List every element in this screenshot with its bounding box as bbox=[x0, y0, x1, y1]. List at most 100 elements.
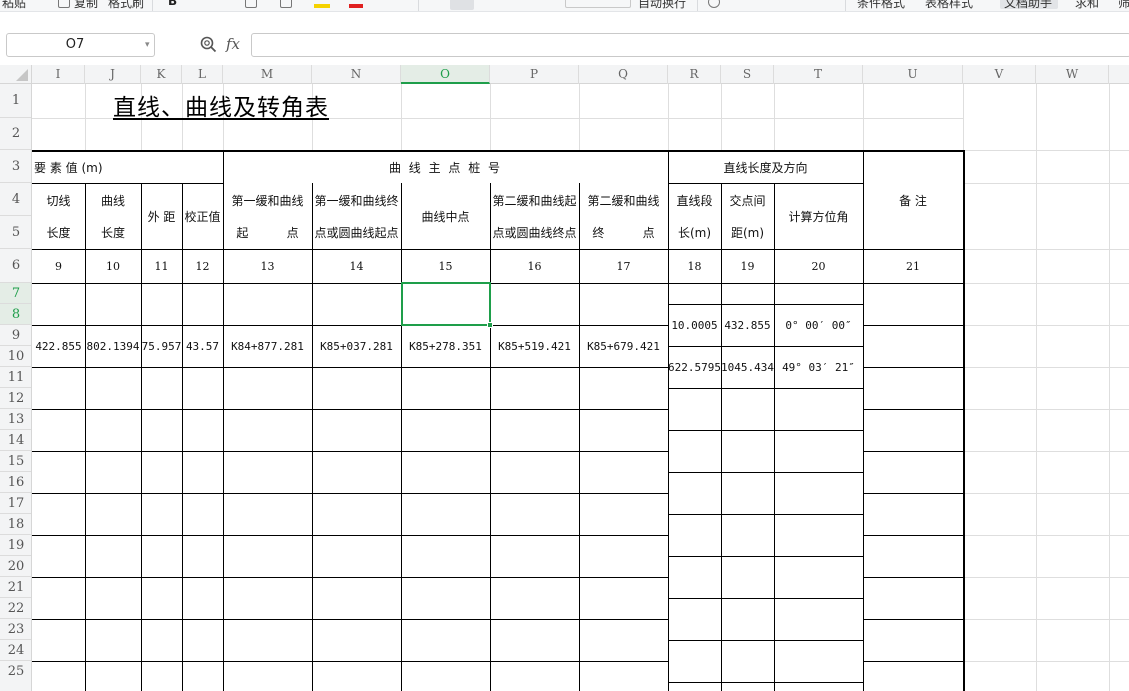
merge-icon[interactable] bbox=[280, 0, 292, 8]
col-number[interactable]: 17 bbox=[579, 250, 668, 283]
header-tangent-2[interactable]: 长度 bbox=[32, 216, 85, 249]
row-header-11[interactable]: 11 bbox=[0, 367, 32, 388]
cell-zh-station[interactable]: K84+877.281 bbox=[223, 326, 312, 367]
col-number[interactable]: 14 bbox=[312, 250, 401, 283]
row-header-19[interactable]: 19 bbox=[0, 535, 32, 556]
col-number[interactable]: 11 bbox=[141, 250, 182, 283]
cell-hy-station[interactable]: K85+037.281 bbox=[312, 326, 401, 367]
cell-azimuth[interactable]: 0° 00′ 00″ bbox=[774, 305, 863, 346]
header-r-1[interactable]: 直线段 bbox=[668, 184, 721, 216]
col-number[interactable]: 19 bbox=[721, 250, 774, 283]
cell-tangent-length[interactable]: 422.855 bbox=[32, 326, 85, 367]
col-number[interactable]: 16 bbox=[490, 250, 579, 283]
row-header-6[interactable]: 6 bbox=[0, 249, 32, 283]
column-header-n[interactable]: N bbox=[312, 65, 401, 84]
selected-cell-o7[interactable] bbox=[401, 282, 491, 326]
header-curve-elements[interactable]: 要 素 值 (m) bbox=[32, 151, 223, 183]
format-painter-button[interactable]: 格式刷 bbox=[108, 0, 144, 11]
header-correction[interactable]: 校正值 bbox=[182, 184, 223, 249]
paste-button[interactable]: 粘贴 bbox=[2, 0, 26, 11]
conditional-format-button[interactable]: 条件格式 bbox=[857, 0, 905, 11]
copy-button[interactable]: 复制 bbox=[74, 0, 98, 11]
row-header-23[interactable]: 23 bbox=[0, 619, 32, 640]
row-header-9[interactable]: 9 bbox=[0, 325, 32, 346]
row-header-16[interactable]: 16 bbox=[0, 472, 32, 493]
column-header-u[interactable]: U bbox=[863, 65, 963, 84]
col-number[interactable]: 21 bbox=[863, 250, 963, 283]
cell-azimuth[interactable]: 49° 03′ 21″ bbox=[774, 347, 863, 388]
bold-icon[interactable]: B bbox=[168, 0, 180, 8]
row-header-17[interactable]: 17 bbox=[0, 493, 32, 514]
merge-center-dropdown[interactable] bbox=[565, 0, 631, 8]
row-header-10[interactable]: 10 bbox=[0, 346, 32, 367]
table-style-button[interactable]: 表格样式 bbox=[925, 0, 973, 11]
column-header-v[interactable]: V bbox=[963, 65, 1036, 84]
borders-icon[interactable] bbox=[245, 0, 257, 8]
row-header-7[interactable]: 7 bbox=[0, 283, 32, 304]
cell-curve-length[interactable]: 802.1394 bbox=[85, 326, 141, 367]
row-header-5[interactable]: 5 bbox=[0, 216, 32, 249]
fill-handle[interactable] bbox=[487, 322, 493, 328]
column-header-j[interactable]: J bbox=[85, 65, 141, 84]
header-straight-line[interactable]: 直线长度及方向 bbox=[668, 151, 863, 183]
header-tangent-1[interactable]: 切线 bbox=[32, 184, 85, 216]
column-header-m[interactable]: M bbox=[223, 65, 312, 84]
col-number[interactable]: 15 bbox=[401, 250, 490, 283]
header-main-points[interactable]: 曲 线 主 点 桩 号 bbox=[223, 151, 668, 183]
header-curve-midpoint[interactable]: 曲线中点 bbox=[401, 184, 490, 249]
header-curve-1[interactable]: 曲线 bbox=[85, 184, 141, 216]
row-header-21[interactable]: 21 bbox=[0, 577, 32, 598]
row-header-2[interactable]: 2 bbox=[0, 118, 32, 150]
header-m-1[interactable]: 第一缓和曲线 bbox=[223, 184, 312, 216]
header-remarks[interactable]: 备 注 bbox=[863, 151, 963, 249]
column-header-s[interactable]: S bbox=[721, 65, 774, 84]
row-header-18[interactable]: 18 bbox=[0, 514, 32, 535]
column-header-i[interactable]: I bbox=[32, 65, 85, 84]
header-p-1[interactable]: 第二缓和曲线起 bbox=[490, 184, 579, 216]
row-header-8[interactable]: 8 bbox=[0, 304, 32, 325]
col-number[interactable]: 18 bbox=[668, 250, 721, 283]
cell-external-distance[interactable]: 75.957 bbox=[141, 326, 182, 367]
fx-icon[interactable]: fx bbox=[226, 35, 240, 53]
cell-correction[interactable]: 43.57 bbox=[182, 326, 223, 367]
header-s-1[interactable]: 交点间 bbox=[721, 184, 774, 216]
row-header-24[interactable]: 24 bbox=[0, 640, 32, 661]
header-q-2[interactable]: 终 点 bbox=[579, 216, 668, 249]
header-curve-2[interactable]: 长度 bbox=[85, 216, 141, 249]
row-header-3[interactable]: 3 bbox=[0, 150, 32, 183]
column-header-t[interactable]: T bbox=[774, 65, 863, 84]
header-external[interactable]: 外 距 bbox=[141, 184, 182, 249]
cell-qz-station[interactable]: K85+278.351 bbox=[401, 326, 490, 367]
header-n-1[interactable]: 第一缓和曲线终 bbox=[312, 184, 401, 216]
name-box[interactable]: O7 ▾ bbox=[6, 33, 155, 57]
font-color-icon[interactable] bbox=[349, 4, 363, 8]
col-number[interactable]: 20 bbox=[774, 250, 863, 283]
column-header-k[interactable]: K bbox=[141, 65, 182, 84]
number-format-icon[interactable] bbox=[708, 0, 720, 8]
doc-assistant-button[interactable]: 文档助手 bbox=[1004, 0, 1052, 11]
header-p-2[interactable]: 点或圆曲线终点 bbox=[490, 216, 579, 249]
row-header-22[interactable]: 22 bbox=[0, 598, 32, 619]
chevron-down-icon[interactable]: ▾ bbox=[145, 34, 150, 56]
cell-intersection-distance[interactable]: 432.855 bbox=[721, 305, 774, 346]
fill-color-icon[interactable] bbox=[314, 4, 330, 8]
row-header-14[interactable]: 14 bbox=[0, 430, 32, 451]
row-header-12[interactable]: 12 bbox=[0, 388, 32, 409]
col-number[interactable]: 9 bbox=[32, 250, 85, 283]
header-s-2[interactable]: 距(m) bbox=[721, 216, 774, 249]
row-header-15[interactable]: 15 bbox=[0, 451, 32, 472]
filter-button[interactable]: 筛 bbox=[1118, 0, 1129, 11]
column-header-q[interactable]: Q bbox=[579, 65, 668, 84]
cell-straight-length[interactable]: 622.5795 bbox=[668, 347, 721, 388]
select-all-corner[interactable] bbox=[0, 65, 32, 84]
column-header-o[interactable]: O bbox=[401, 65, 490, 84]
col-number[interactable]: 12 bbox=[182, 250, 223, 283]
cell-yh-station[interactable]: K85+519.421 bbox=[490, 326, 579, 367]
row-header-20[interactable]: 20 bbox=[0, 556, 32, 577]
column-header-p[interactable]: P bbox=[490, 65, 579, 84]
cell-intersection-distance[interactable]: 1045.434 bbox=[721, 347, 774, 388]
row-header-1[interactable]: 1 bbox=[0, 84, 32, 118]
cell-straight-length[interactable]: 10.0005 bbox=[668, 305, 721, 346]
column-header-r[interactable]: R bbox=[668, 65, 721, 84]
header-azimuth[interactable]: 计算方位角 bbox=[774, 184, 863, 249]
